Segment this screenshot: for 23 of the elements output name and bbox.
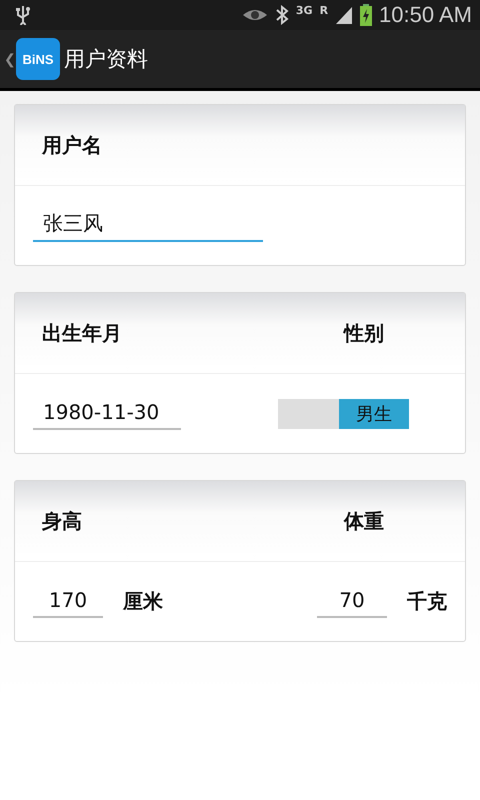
battery-icon	[360, 4, 372, 26]
screen-title: 用户资料	[64, 46, 148, 73]
toggle-switch[interactable]: 男生	[278, 398, 409, 428]
field-label: 出生年月	[42, 320, 122, 346]
bluetooth-icon	[274, 5, 289, 25]
signal-icon	[335, 5, 354, 25]
field-label: 体重	[344, 508, 384, 534]
number-field[interactable]: 170	[33, 586, 103, 618]
network-type: 3G	[296, 4, 313, 17]
back-button[interactable]: ❮ BiNS	[0, 38, 60, 80]
field-label: 身高	[42, 508, 82, 534]
number-field[interactable]: 70	[317, 586, 387, 618]
field-label: 性别	[344, 320, 384, 346]
date-field[interactable]: 1980-11-30	[33, 398, 181, 430]
roaming-indicator: R	[320, 4, 328, 17]
app-logo: BiNS	[16, 38, 60, 80]
eye-icon	[242, 7, 268, 23]
clock: 10:50 AM	[379, 2, 472, 28]
unit-label: 千克	[407, 588, 447, 615]
usb-icon	[16, 5, 30, 25]
text-field[interactable]: 张三风	[33, 210, 263, 242]
field-label: 用户名	[42, 132, 102, 158]
unit-label: 厘米	[123, 588, 163, 615]
